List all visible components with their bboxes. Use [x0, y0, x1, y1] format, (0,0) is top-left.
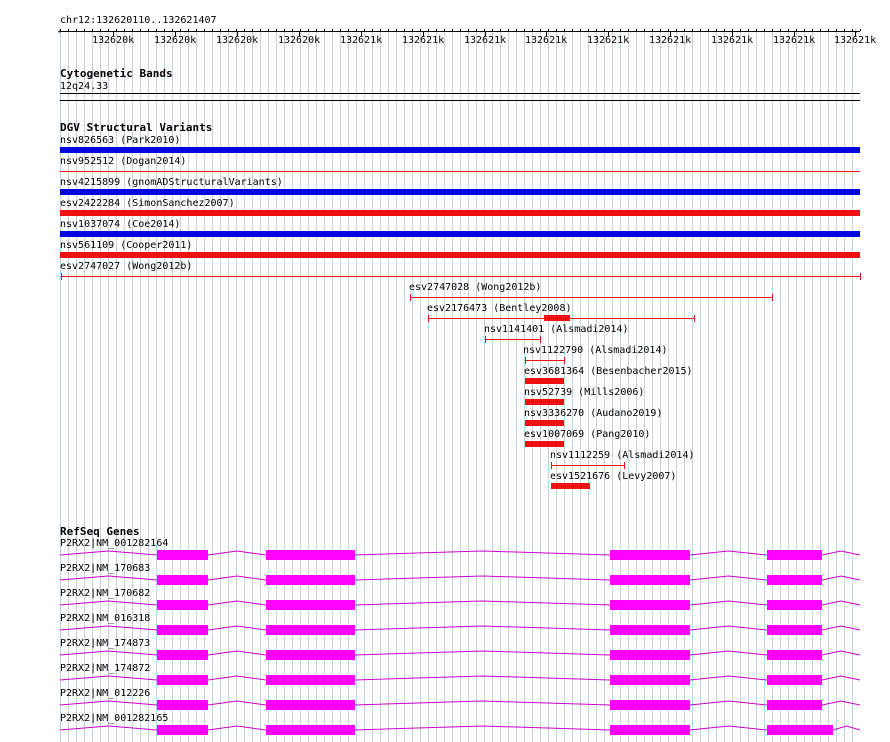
refseq-intron: [354, 700, 611, 706]
refseq-exon[interactable]: [266, 650, 355, 660]
refseq-exon[interactable]: [157, 550, 208, 560]
refseq-exon[interactable]: [266, 675, 355, 685]
refseq-transcript-label[interactable]: P2RX2|NM_174873: [60, 638, 150, 650]
refseq-intron: [59, 700, 158, 706]
refseq-exon[interactable]: [266, 550, 355, 560]
genome-browser-view: chr12:132620110..132621407 132620k 132620…: [0, 0, 890, 742]
refseq-intron: [689, 600, 768, 606]
refseq-intron: [354, 575, 611, 581]
refseq-intron: [59, 650, 158, 656]
refseq-intron: [207, 650, 267, 656]
refseq-transcript-label[interactable]: P2RX2|NM_174872: [60, 663, 150, 675]
refseq-intron: [689, 675, 768, 681]
refseq-intron: [689, 650, 768, 656]
refseq-exon[interactable]: [266, 575, 355, 585]
refseq-intron-lines: [59, 550, 861, 731]
refseq-intron: [354, 600, 611, 606]
refseq-transcript-label[interactable]: P2RX2|NM_016318: [60, 613, 150, 625]
refseq-intron: [821, 675, 861, 681]
refseq-intron: [354, 675, 611, 681]
refseq-intron: [59, 625, 158, 631]
refseq-exon[interactable]: [266, 725, 355, 735]
refseq-exon[interactable]: [610, 600, 690, 610]
refseq-transcript-label[interactable]: P2RX2|NM_001282165: [60, 713, 168, 725]
refseq-exon[interactable]: [610, 725, 690, 735]
refseq-intron: [207, 625, 267, 631]
refseq-transcript-label[interactable]: P2RX2|NM_170683: [60, 563, 150, 575]
refseq-transcript-label[interactable]: P2RX2|NM_012226: [60, 688, 150, 700]
refseq-exon[interactable]: [157, 700, 208, 710]
refseq-intron: [832, 725, 861, 731]
refseq-intron: [59, 725, 158, 731]
refseq-exon[interactable]: [157, 625, 208, 635]
refseq-intron: [821, 650, 861, 656]
refseq-intron: [354, 550, 611, 556]
refseq-intron: [354, 650, 611, 656]
refseq-intron: [59, 675, 158, 681]
refseq-exon[interactable]: [610, 550, 690, 560]
refseq-exon[interactable]: [767, 725, 833, 735]
refseq-exon[interactable]: [610, 575, 690, 585]
refseq-intron: [354, 625, 611, 631]
refseq-intron: [689, 625, 768, 631]
refseq-intron: [59, 550, 158, 556]
refseq-transcript-label[interactable]: P2RX2|NM_001282164: [60, 538, 168, 550]
refseq-intron: [821, 700, 861, 706]
refseq-exon[interactable]: [767, 600, 822, 610]
refseq-intron: [59, 575, 158, 581]
refseq-exon[interactable]: [610, 700, 690, 710]
refseq-exon[interactable]: [157, 575, 208, 585]
refseq-intron: [207, 550, 267, 556]
refseq-intron: [689, 575, 768, 581]
refseq-exon[interactable]: [767, 650, 822, 660]
refseq-intron: [821, 575, 861, 581]
refseq-exon[interactable]: [767, 550, 822, 560]
refseq-intron: [207, 575, 267, 581]
refseq-exon[interactable]: [767, 575, 822, 585]
refseq-intron: [207, 675, 267, 681]
refseq-exon[interactable]: [610, 625, 690, 635]
refseq-exon[interactable]: [266, 600, 355, 610]
refseq-intron: [821, 625, 861, 631]
refseq-exon[interactable]: [767, 675, 822, 685]
refseq-exon[interactable]: [157, 725, 208, 735]
refseq-exon[interactable]: [266, 625, 355, 635]
refseq-exon[interactable]: [266, 700, 355, 710]
refseq-intron: [689, 725, 768, 731]
refseq-transcript-label[interactable]: P2RX2|NM_170682: [60, 588, 150, 600]
refseq-intron: [59, 600, 158, 606]
refseq-intron: [821, 550, 861, 556]
refseq-exon[interactable]: [610, 650, 690, 660]
refseq-intron: [207, 700, 267, 706]
refseq-intron: [207, 725, 267, 731]
refseq-intron: [354, 725, 611, 731]
refseq-exon[interactable]: [610, 675, 690, 685]
refseq-exon[interactable]: [767, 625, 822, 635]
refseq-intron: [689, 550, 768, 556]
refseq-exon[interactable]: [157, 650, 208, 660]
refseq-intron: [689, 700, 768, 706]
refseq-exon[interactable]: [157, 600, 208, 610]
refseq-intron: [207, 600, 267, 606]
refseq-intron: [821, 600, 861, 606]
refseq-exon[interactable]: [767, 700, 822, 710]
refseq-exon[interactable]: [157, 675, 208, 685]
